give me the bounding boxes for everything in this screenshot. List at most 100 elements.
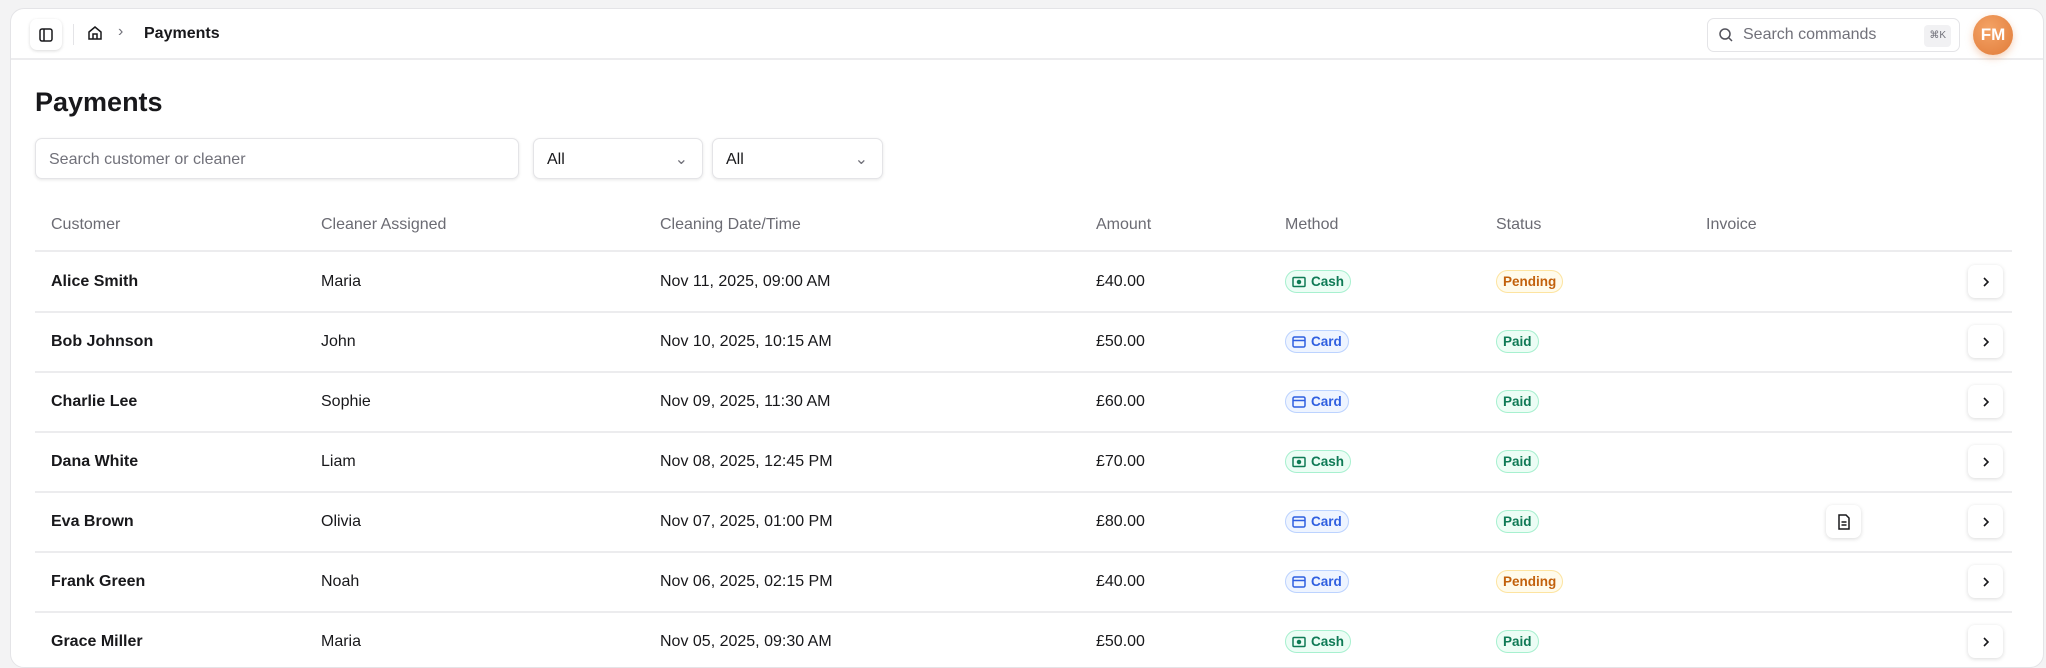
status-badge: Paid bbox=[1496, 630, 1539, 653]
customer-name: Alice Smith bbox=[51, 273, 139, 290]
method-badge: Cash bbox=[1285, 450, 1352, 473]
row-details-button[interactable] bbox=[1968, 625, 2003, 658]
document-icon bbox=[1837, 513, 1850, 530]
chevron-right-icon bbox=[1982, 516, 1989, 527]
method-label: Card bbox=[1311, 394, 1342, 409]
method-badge: Card bbox=[1285, 510, 1349, 533]
cleaning-datetime: Nov 09, 2025, 11:30 AM bbox=[660, 393, 831, 410]
row-details-button[interactable] bbox=[1968, 565, 2003, 598]
amount: £40.00 bbox=[1096, 273, 1145, 290]
cleaner-name: Olivia bbox=[321, 513, 362, 530]
amount: £50.00 bbox=[1096, 633, 1145, 650]
home-icon[interactable] bbox=[86, 24, 104, 42]
breadcrumb-current: Payments bbox=[144, 25, 220, 42]
column-header-method[interactable]: Method bbox=[1285, 216, 1338, 234]
sidebar-icon bbox=[39, 27, 53, 42]
method-badge: Cash bbox=[1285, 630, 1352, 653]
search-icon bbox=[1719, 28, 1733, 42]
method-badge: Card bbox=[1285, 330, 1349, 353]
cleaner-name: John bbox=[321, 333, 356, 350]
top-bar: › Payments Search commands ⌘K FM bbox=[11, 9, 2043, 60]
status-filter-select[interactable]: All ⌄ bbox=[712, 138, 883, 179]
method-filter-select[interactable]: All ⌄ bbox=[533, 138, 703, 179]
cleaning-datetime: Nov 10, 2025, 10:15 AM bbox=[660, 333, 832, 350]
status-badge: Paid bbox=[1496, 510, 1539, 533]
row-details-button[interactable] bbox=[1968, 265, 2003, 298]
column-header-amount[interactable]: Amount bbox=[1096, 216, 1151, 234]
customer-name: Frank Green bbox=[51, 573, 146, 590]
method-filter-value: All bbox=[547, 151, 565, 168]
method-label: Card bbox=[1311, 334, 1342, 349]
chevron-right-icon bbox=[1982, 396, 1989, 407]
cleaner-name: Sophie bbox=[321, 393, 371, 410]
chevron-right-icon bbox=[1982, 636, 1989, 647]
chevron-right-icon bbox=[1982, 276, 1989, 287]
chevron-down-icon: ⌄ bbox=[854, 151, 868, 168]
cleaner-name: Maria bbox=[321, 633, 362, 650]
status-badge: Paid bbox=[1496, 450, 1539, 473]
avatar[interactable]: FM bbox=[1973, 15, 2013, 55]
row-details-button[interactable] bbox=[1968, 505, 2003, 538]
command-search-placeholder: Search commands bbox=[1743, 26, 1877, 43]
amount: £80.00 bbox=[1096, 513, 1145, 530]
method-label: Cash bbox=[1311, 634, 1345, 649]
row-details-button[interactable] bbox=[1968, 445, 2003, 478]
column-header-datetime[interactable]: Cleaning Date/Time bbox=[660, 216, 801, 234]
table-row[interactable]: Alice Smith Maria Nov 11, 2025, 09:00 AM… bbox=[35, 253, 2012, 313]
amount: £40.00 bbox=[1096, 573, 1145, 590]
table-row[interactable]: Charlie Lee Sophie Nov 09, 2025, 11:30 A… bbox=[35, 373, 2012, 433]
chevron-right-icon bbox=[1982, 456, 1989, 467]
column-header-invoice[interactable]: Invoice bbox=[1706, 216, 1757, 234]
amount: £70.00 bbox=[1096, 453, 1145, 470]
amount: £60.00 bbox=[1096, 393, 1145, 410]
chevron-right-icon bbox=[1982, 576, 1989, 587]
amount: £50.00 bbox=[1096, 333, 1145, 350]
cleaning-datetime: Nov 08, 2025, 12:45 PM bbox=[660, 453, 833, 470]
table-row[interactable]: Frank Green Noah Nov 06, 2025, 02:15 PM … bbox=[35, 553, 2012, 613]
cleaning-datetime: Nov 11, 2025, 09:00 AM bbox=[660, 273, 831, 290]
command-search[interactable]: Search commands ⌘K bbox=[1707, 18, 1960, 52]
invoice-button[interactable] bbox=[1826, 505, 1861, 538]
table-header: Customer Cleaner Assigned Cleaning Date/… bbox=[35, 199, 2012, 252]
table-row[interactable]: Eva Brown Olivia Nov 07, 2025, 01:00 PM … bbox=[35, 493, 2012, 553]
status-badge: Paid bbox=[1496, 390, 1539, 413]
chevron-right-icon bbox=[1982, 336, 1989, 347]
app-window: › Payments Search commands ⌘K FM Payment… bbox=[10, 8, 2044, 668]
toggle-sidebar-button[interactable] bbox=[30, 19, 62, 50]
customer-name: Eva Brown bbox=[51, 513, 134, 530]
cleaner-name: Maria bbox=[321, 273, 362, 290]
status-badge: Paid bbox=[1496, 330, 1539, 353]
customer-name: Grace Miller bbox=[51, 633, 143, 650]
table-row[interactable]: Grace Miller Maria Nov 05, 2025, 09:30 A… bbox=[35, 613, 2012, 667]
method-label: Card bbox=[1311, 514, 1342, 529]
customer-name: Bob Johnson bbox=[51, 333, 154, 350]
method-label: Cash bbox=[1311, 454, 1345, 469]
search-input[interactable]: Search customer or cleaner bbox=[35, 138, 519, 179]
status-badge: Pending bbox=[1496, 270, 1564, 293]
customer-name: Charlie Lee bbox=[51, 393, 138, 410]
cleaner-name: Liam bbox=[321, 453, 356, 470]
cleaning-datetime: Nov 06, 2025, 02:15 PM bbox=[660, 573, 833, 590]
credit-card-icon bbox=[1292, 335, 1306, 348]
row-details-button[interactable] bbox=[1968, 325, 2003, 358]
cleaning-datetime: Nov 07, 2025, 01:00 PM bbox=[660, 513, 833, 530]
table-row[interactable]: Bob Johnson John Nov 10, 2025, 10:15 AM … bbox=[35, 313, 2012, 373]
page-title: Payments bbox=[35, 87, 163, 117]
cash-icon bbox=[1292, 276, 1306, 287]
method-badge: Card bbox=[1285, 570, 1349, 593]
breadcrumb-separator-icon: › bbox=[118, 23, 124, 40]
chevron-down-icon: ⌄ bbox=[674, 151, 688, 168]
cash-icon bbox=[1292, 636, 1306, 647]
row-details-button[interactable] bbox=[1968, 385, 2003, 418]
divider bbox=[73, 24, 74, 45]
credit-card-icon bbox=[1292, 575, 1306, 588]
cleaner-name: Noah bbox=[321, 573, 360, 590]
column-header-customer[interactable]: Customer bbox=[51, 216, 120, 234]
customer-name: Dana White bbox=[51, 453, 139, 470]
column-header-status[interactable]: Status bbox=[1496, 216, 1541, 234]
credit-card-icon bbox=[1292, 515, 1306, 528]
column-header-cleaner[interactable]: Cleaner Assigned bbox=[321, 216, 446, 234]
table-row[interactable]: Dana White Liam Nov 08, 2025, 12:45 PM £… bbox=[35, 433, 2012, 493]
method-badge: Cash bbox=[1285, 270, 1352, 293]
cash-icon bbox=[1292, 456, 1306, 467]
